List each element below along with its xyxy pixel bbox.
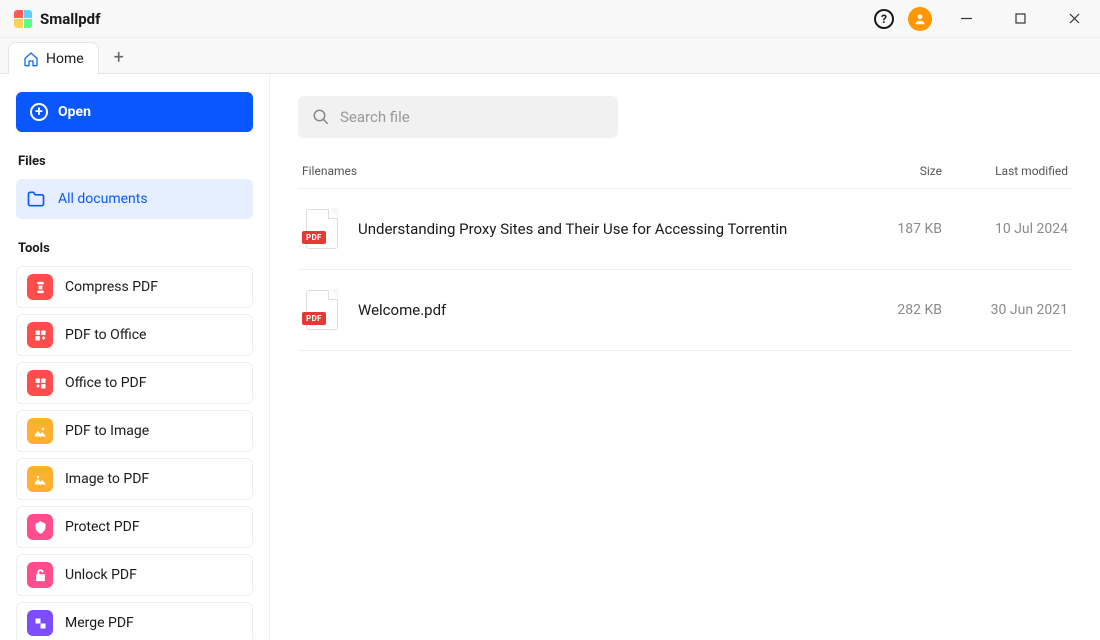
sidebar: + Open Files All documents Tools Compres… (0, 74, 270, 640)
tool-label: Merge PDF (65, 615, 134, 631)
sidebar-item-all-documents[interactable]: All documents (16, 179, 253, 219)
tool-pdf-to-image[interactable]: PDF to Image (16, 410, 253, 452)
plus-circle-icon: + (30, 103, 48, 121)
folder-icon (26, 189, 46, 209)
file-date: 30 Jun 2021 (942, 302, 1068, 318)
file-row[interactable]: PDF Understanding Proxy Sites and Their … (298, 189, 1072, 270)
maximize-icon (1015, 13, 1026, 24)
pdf-to-office-icon (27, 322, 53, 348)
sidebar-item-label: All documents (58, 191, 148, 207)
account-avatar[interactable] (908, 7, 932, 31)
close-icon (1069, 13, 1080, 24)
table-header: Filenames Size Last modified (298, 164, 1072, 189)
image-to-pdf-icon (27, 466, 53, 492)
pdf-to-image-icon (27, 418, 53, 444)
tab-home[interactable]: Home (8, 42, 99, 74)
file-row[interactable]: PDF Welcome.pdf 282 KB 30 Jun 2021 (298, 270, 1072, 351)
tool-compress-pdf[interactable]: Compress PDF (16, 266, 253, 308)
home-icon (23, 51, 39, 67)
col-size[interactable]: Size (842, 164, 942, 178)
tab-bar: Home + (0, 38, 1100, 74)
merge-icon (27, 610, 53, 636)
tool-label: Unlock PDF (65, 567, 137, 583)
search-icon (312, 108, 330, 126)
tools-section-label: Tools (18, 241, 253, 256)
unlock-icon (27, 562, 53, 588)
file-name: Welcome.pdf (358, 301, 842, 319)
new-tab-button[interactable]: + (103, 41, 135, 73)
tool-label: Protect PDF (65, 519, 140, 535)
search-box[interactable] (298, 96, 618, 138)
protect-icon (27, 514, 53, 540)
file-date: 10 Jul 2024 (942, 221, 1068, 237)
tool-protect-pdf[interactable]: Protect PDF (16, 506, 253, 548)
file-size: 282 KB (842, 302, 942, 318)
window-maximize-button[interactable] (1000, 0, 1040, 38)
compress-icon (27, 274, 53, 300)
tool-merge-pdf[interactable]: Merge PDF (16, 602, 253, 640)
tab-home-label: Home (46, 51, 84, 67)
office-to-pdf-icon (27, 370, 53, 396)
tool-label: PDF to Office (65, 327, 146, 343)
window-close-button[interactable] (1054, 0, 1094, 38)
tool-label: Compress PDF (65, 279, 158, 295)
col-filenames[interactable]: Filenames (302, 164, 842, 178)
file-name: Understanding Proxy Sites and Their Use … (358, 220, 842, 238)
tool-label: Office to PDF (65, 375, 146, 391)
files-section-label: Files (18, 154, 253, 169)
col-last-modified[interactable]: Last modified (942, 164, 1068, 178)
app-name: Smallpdf (40, 10, 100, 28)
tool-label: Image to PDF (65, 471, 149, 487)
window-minimize-button[interactable] (946, 0, 986, 38)
pdf-file-icon: PDF (302, 290, 338, 330)
minimize-icon (961, 13, 972, 24)
tool-label: PDF to Image (65, 423, 149, 439)
search-input[interactable] (340, 108, 604, 126)
main-panel: Filenames Size Last modified PDF Underst… (270, 74, 1100, 640)
tool-pdf-to-office[interactable]: PDF to Office (16, 314, 253, 356)
tool-image-to-pdf[interactable]: Image to PDF (16, 458, 253, 500)
help-button[interactable]: ? (874, 9, 894, 29)
user-icon (913, 12, 927, 26)
titlebar: Smallpdf ? (0, 0, 1100, 38)
open-button-label: Open (58, 104, 91, 120)
tool-office-to-pdf[interactable]: Office to PDF (16, 362, 253, 404)
app-logo (14, 10, 32, 28)
open-button[interactable]: + Open (16, 92, 253, 132)
pdf-file-icon: PDF (302, 209, 338, 249)
tool-unlock-pdf[interactable]: Unlock PDF (16, 554, 253, 596)
file-size: 187 KB (842, 221, 942, 237)
